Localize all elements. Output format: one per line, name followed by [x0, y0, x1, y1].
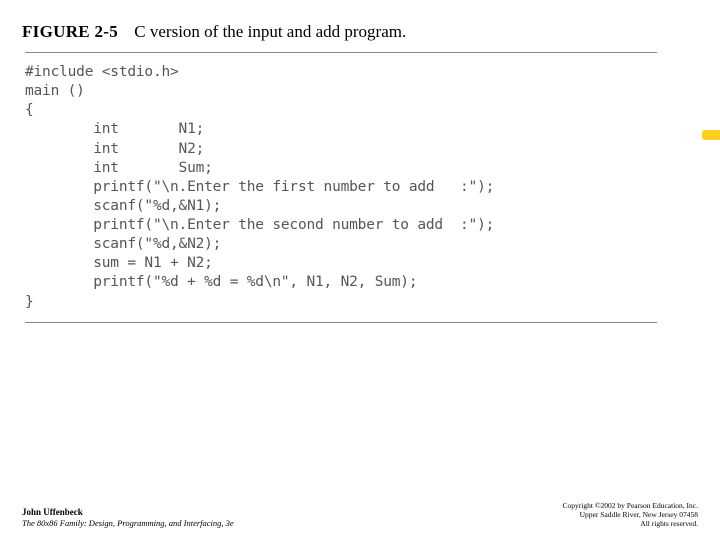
- footer-rights: All rights reserved.: [563, 519, 698, 528]
- page: FIGURE 2-5 C version of the input and ad…: [0, 0, 720, 540]
- code-block: #include <stdio.h> main () { int N1; int…: [22, 53, 698, 322]
- side-decoration: [702, 130, 720, 140]
- footer-left: John Uffenbeck The 80x86 Family: Design,…: [22, 507, 234, 528]
- code-line: scanf("%d,&N2);: [25, 235, 698, 254]
- footer-copyright: Copyright ©2002 by Pearson Education, In…: [563, 501, 698, 510]
- code-line: }: [25, 293, 698, 312]
- code-line: scanf("%d,&N1);: [25, 197, 698, 216]
- bottom-rule: [25, 322, 657, 323]
- code-line: printf("\n.Enter the first number to add…: [25, 178, 698, 197]
- code-line: sum = N1 + N2;: [25, 254, 698, 273]
- code-line: printf("%d + %d = %d\n", N1, N2, Sum);: [25, 273, 698, 292]
- footer-address: Upper Saddle River, New Jersey 07458: [563, 510, 698, 519]
- footer-author: John Uffenbeck: [22, 507, 234, 518]
- footer-right: Copyright ©2002 by Pearson Education, In…: [563, 501, 698, 528]
- code-line: int Sum;: [25, 159, 698, 178]
- footer: John Uffenbeck The 80x86 Family: Design,…: [22, 501, 698, 528]
- code-line: int N2;: [25, 140, 698, 159]
- figure-caption: C version of the input and add program.: [134, 22, 406, 41]
- footer-title: The 80x86 Family: Design, Programming, a…: [22, 518, 234, 528]
- code-line: main (): [25, 82, 698, 101]
- figure-heading: FIGURE 2-5 C version of the input and ad…: [22, 22, 698, 42]
- code-line: {: [25, 101, 698, 120]
- code-line: int N1;: [25, 120, 698, 139]
- code-line: #include <stdio.h>: [25, 63, 698, 82]
- figure-label: FIGURE 2-5: [22, 22, 118, 41]
- code-line: printf("\n.Enter the second number to ad…: [25, 216, 698, 235]
